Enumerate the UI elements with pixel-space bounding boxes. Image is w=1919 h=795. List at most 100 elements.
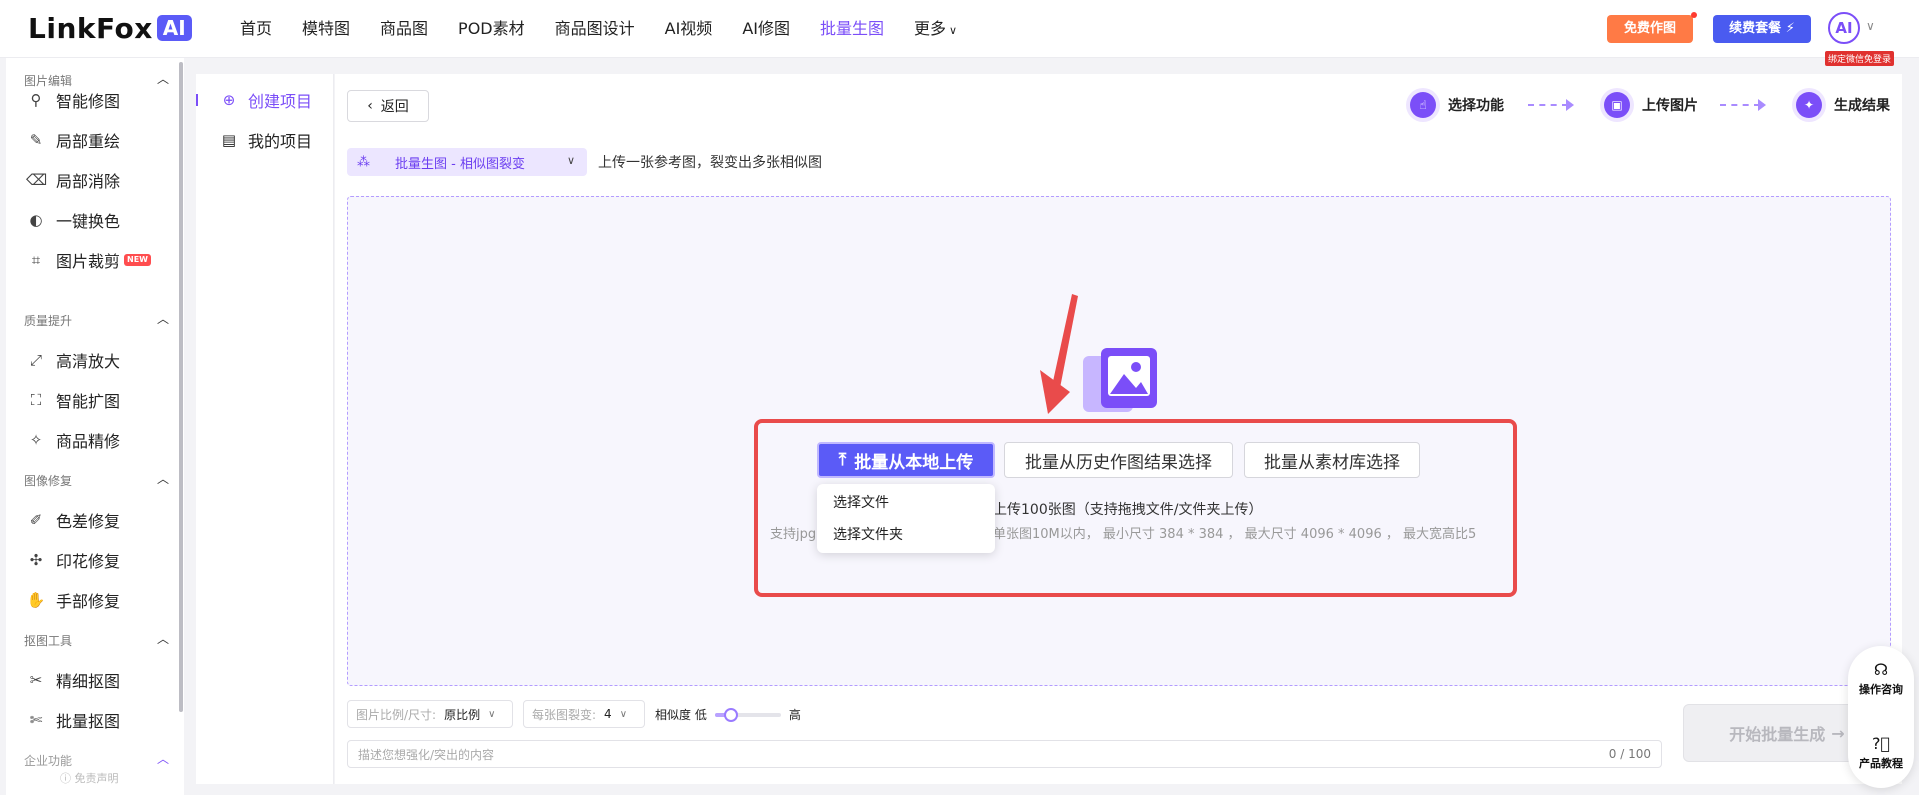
lightning-icon: ⚡ — [1785, 21, 1795, 36]
sidebar-item-recolor[interactable]: ◐ 一键换色 — [26, 208, 120, 232]
logo[interactable]: LinkFox AI — [28, 11, 192, 45]
count-label: 每张图裂变: — [532, 707, 597, 722]
nav-ai-video[interactable]: AI视频 — [665, 16, 713, 44]
mode-description: 上传一张参考图，裂变出多张相似图 — [598, 155, 822, 171]
chevron-down-icon: ∨ — [949, 24, 958, 37]
select-library-button[interactable]: 批量从素材库选择 — [1244, 442, 1420, 478]
menu-item-select-file[interactable]: 选择文件 — [833, 492, 889, 512]
step-select-function: ☝ 选择功能 — [1406, 88, 1504, 122]
section-quality[interactable]: 质量提升 ︿ — [24, 312, 169, 329]
consult-button[interactable]: ☊ 操作咨询 — [1848, 660, 1914, 697]
sidebar-item-local-erase[interactable]: ⌫ 局部消除 — [26, 168, 120, 192]
step-label: 生成结果 — [1834, 98, 1890, 114]
sidebar-item-crop[interactable]: ⌗ 图片裁剪 NEW — [26, 248, 151, 272]
upload-icon: ⤒ — [838, 450, 847, 470]
count-select[interactable]: 每张图裂变: 4 ∨ — [523, 700, 645, 728]
section-title: 图像修复 — [24, 474, 73, 488]
step-results: ✦ 生成结果 — [1792, 88, 1890, 122]
section-title: 抠图工具 — [24, 634, 73, 648]
nav-model[interactable]: 模特图 — [302, 16, 350, 44]
back-button[interactable]: ‹ 返回 — [347, 90, 429, 122]
chevron-left-icon: ‹ — [367, 98, 373, 114]
top-bar: LinkFox AI 首页 模特图 商品图 POD素材 商品图设计 AI视频 A… — [0, 0, 1919, 66]
upload-dropdown-menu: 选择文件 选择文件夹 — [817, 484, 995, 553]
new-badge: NEW — [124, 254, 151, 266]
tutorial-button[interactable]: ?⃝ 产品教程 — [1848, 734, 1914, 771]
nav-home[interactable]: 首页 — [240, 16, 272, 44]
upscale-icon: ⤢ — [29, 351, 42, 369]
cutout-icon: ✂ — [29, 671, 43, 689]
ratio-value: 原比例 — [444, 707, 481, 722]
create-project[interactable]: ⊕ 创建项目 — [220, 88, 312, 112]
size-hint: 单张图10M以内， 最小尺寸 384 * 384 ， 最大尺寸 4096 * 4… — [993, 527, 1477, 542]
step-label: 上传图片 — [1642, 98, 1698, 114]
sidebar-item-color-fix[interactable]: ✐ 色差修复 — [26, 508, 120, 532]
upload-image-icon: ▣ — [1600, 88, 1634, 122]
mode-select[interactable]: ⁂ 批量生图 - 相似图裂变 ∨ — [347, 148, 587, 176]
char-counter: 0 / 100 — [1608, 747, 1651, 761]
headset-icon: ☊ — [1873, 660, 1889, 679]
section-title: 企业功能 — [24, 754, 73, 768]
prompt-input[interactable] — [358, 745, 1558, 765]
sidebar-item-hand-fix[interactable]: ✋ 手部修复 — [26, 588, 120, 612]
renew-button[interactable]: 续费套餐 ⚡ — [1713, 15, 1811, 43]
free-draw-button[interactable]: 免费作图 — [1607, 12, 1697, 43]
nav-batch[interactable]: 批量生图 — [820, 16, 884, 44]
plus-circle-icon: ⊕ — [222, 91, 236, 109]
active-indicator — [196, 94, 198, 106]
nav-more[interactable]: 更多 ∨ — [914, 16, 957, 44]
sidebar-item-label: 批量抠图 — [56, 712, 121, 731]
nav-ai-retouch[interactable]: AI修图 — [742, 16, 790, 44]
pointer-icon: ☝ — [1406, 88, 1440, 122]
select-history-button[interactable]: 批量从历史作图结果选择 — [1004, 442, 1233, 478]
bind-wechat-badge[interactable]: 绑定微信免登录 — [1825, 51, 1895, 66]
project-column: ⊕ 创建项目 ▤ 我的项目 — [196, 74, 334, 784]
slider-handle[interactable] — [724, 707, 739, 722]
back-label: 返回 — [380, 99, 409, 115]
menu-item-select-folder[interactable]: 选择文件夹 — [833, 524, 903, 544]
upload-local-button[interactable]: ⤒ 批量从本地上传 — [817, 442, 995, 478]
sidebar-scrollbar[interactable] — [179, 62, 183, 712]
section-image-edit[interactable]: 图片编辑 ︿ — [24, 72, 169, 89]
my-projects-label: 我的项目 — [248, 132, 313, 151]
sidebar-item-product-retouch[interactable]: ✧ 商品精修 — [26, 428, 120, 452]
arrow-annotation-icon — [1040, 294, 1078, 414]
nav-product[interactable]: 商品图 — [380, 16, 428, 44]
renew-label: 续费套餐 — [1729, 21, 1782, 36]
sidebar-item-fine-cutout[interactable]: ✂ 精细抠图 — [26, 668, 120, 692]
ratio-select[interactable]: 图片比例/尺寸: 原比例 ∨ — [347, 700, 513, 728]
section-cutout[interactable]: 抠图工具 ︿ — [24, 632, 169, 649]
nav-pod[interactable]: POD素材 — [458, 16, 525, 44]
disclaimer-link[interactable]: ⓘ 免责声明 — [60, 770, 119, 786]
create-project-label: 创建项目 — [248, 92, 313, 111]
similarity-slider[interactable] — [714, 707, 781, 722]
step-arrow — [1720, 99, 1766, 111]
logo-text: LinkFox — [28, 11, 153, 45]
branch-icon: ⁂ — [357, 154, 370, 170]
sidebar-item-label: 印花修复 — [56, 552, 121, 571]
start-label: 开始批量生成 — [1729, 725, 1826, 744]
my-projects[interactable]: ▤ 我的项目 — [220, 128, 312, 152]
sidebar-item-local-redraw[interactable]: ✎ 局部重绘 — [26, 128, 120, 152]
sidebar-item-smart-retouch[interactable]: ⚲ 智能修图 — [26, 88, 121, 112]
sidebar-item-upscale[interactable]: ⤢ 高清放大 — [26, 348, 120, 372]
prompt-field: 0 / 100 — [347, 740, 1662, 768]
avatar[interactable]: AI — [1828, 12, 1860, 44]
section-repair[interactable]: 图像修复 ︿ — [24, 472, 169, 489]
sidebar-item-label: 局部消除 — [56, 172, 121, 191]
chevron-up-icon: ︿ — [156, 72, 169, 86]
sidebar-item-expand[interactable]: ⛶ 智能扩图 — [26, 388, 120, 412]
section-enterprise[interactable]: 企业功能 ︿ — [24, 752, 169, 769]
sidebar-item-batch-cutout[interactable]: ✄ 批量抠图 — [26, 708, 120, 732]
chevron-down-icon[interactable]: ∨ — [1866, 19, 1875, 33]
sidebar-item-print-fix[interactable]: ✣ 印花修复 — [26, 548, 120, 572]
print-fix-icon: ✣ — [29, 551, 43, 569]
brush-icon: ✎ — [29, 131, 43, 149]
chevron-down-icon: ∨ — [488, 708, 496, 720]
nav-product-design[interactable]: 商品图设计 — [555, 16, 635, 44]
document-icon: ▤ — [221, 131, 237, 149]
color-fix-icon: ✐ — [29, 511, 43, 529]
sidebar-item-label: 智能修图 — [56, 92, 121, 111]
chevron-down-icon: ∨ — [619, 708, 628, 720]
chevron-down-icon: ∨ — [566, 154, 575, 167]
